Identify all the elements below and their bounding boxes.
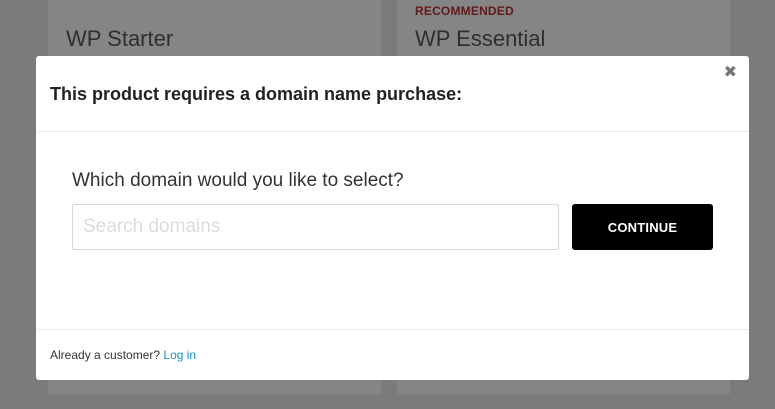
domain-modal: This product requires a domain name purc…: [36, 56, 749, 380]
domain-search-input[interactable]: [72, 204, 559, 250]
customer-prompt: Already a customer?: [50, 348, 161, 362]
product-card-title: WP Essential: [415, 26, 546, 51]
modal-header: This product requires a domain name purc…: [36, 56, 749, 132]
footer-text: Already a customer? Log in: [50, 348, 196, 362]
close-icon[interactable]: ✖: [724, 64, 737, 82]
modal-title: This product requires a domain name purc…: [50, 84, 463, 104]
modal-body: Which domain would you like to select? C…: [36, 132, 749, 330]
recommended-badge: RECOMMENDED: [415, 4, 514, 18]
modal-footer: Already a customer? Log in: [36, 330, 749, 380]
product-card-title: WP Starter: [66, 26, 174, 51]
domain-question: Which domain would you like to select?: [72, 170, 404, 191]
login-link[interactable]: Log in: [163, 348, 196, 362]
continue-button[interactable]: CONTINUE: [572, 204, 713, 250]
